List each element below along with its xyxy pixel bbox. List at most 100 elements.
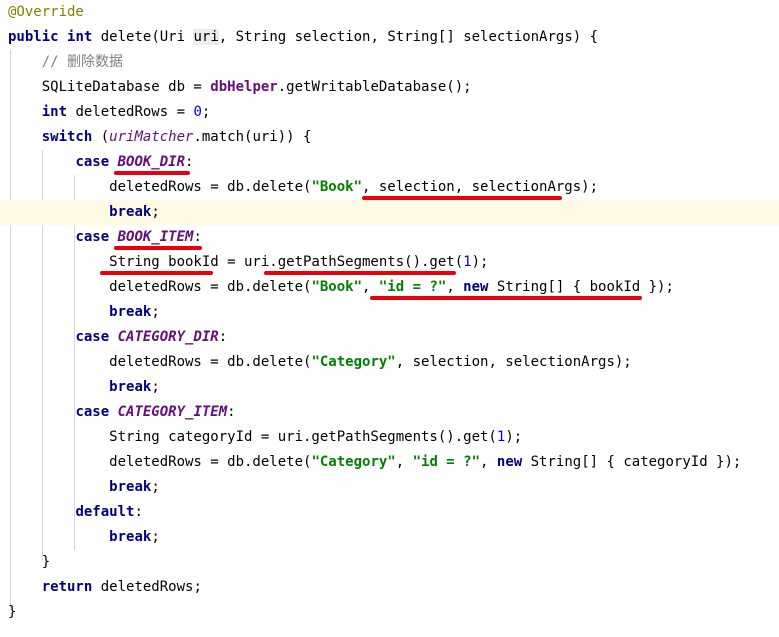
code-token: "Category" [311,454,396,470]
code-token: BOOK_DIR [117,154,186,170]
code-editor[interactable]: @Override public int delete(Uri uri, Stri… [0,0,779,637]
code-line: deletedRows = db.delete("Category", sele… [0,350,779,375]
code-token: ; [151,529,160,545]
red-underline-book-dir [114,171,190,175]
code-token: "Book" [311,279,363,295]
code-token: deletedRows; [92,579,202,595]
code-line: case CATEGORY_DIR: [0,325,779,350]
code-token: ; [151,204,160,220]
code-line: break; [0,375,779,400]
code-token: break [109,479,152,495]
code-token: new [496,454,523,470]
code-token: : [193,229,202,245]
code-line: break; [0,525,779,550]
code-token: int [41,104,68,120]
code-token: , selection, selectionArgs); [362,179,599,195]
code-token: deletedRows = db.delete( [8,179,312,195]
code-token: .getWritableDatabase(); [277,79,472,95]
code-line: @Override [0,0,779,25]
code-line: String categoryId = uri.getPathSegments(… [0,425,779,450]
code-token: ; [151,379,160,395]
code-line: // 删除数据 [0,50,779,75]
code-token: "id = ?" [378,279,447,295]
code-token: return [41,579,93,595]
red-underline-get-path-segments [264,271,456,275]
code-token: deletedRows = db.delete( [8,279,312,295]
code-line: SQLiteDatabase db = dbHelper.getWritable… [0,75,779,100]
code-line: break; [0,475,779,500]
code-token: break [109,529,152,545]
code-token: case [75,404,110,420]
code-line: break; [0,300,779,325]
code-token: ; [201,104,211,120]
code-token: , [362,279,379,295]
red-underline-book-item [114,246,202,250]
code-token: @Override [8,4,84,20]
code-line: } [0,550,779,575]
code-token: CATEGORY_DIR [117,329,219,345]
code-token: : [218,329,228,345]
code-line: public int delete(Uri uri, String select… [0,25,779,50]
code-token: } [8,604,17,620]
code-token: , String selection, String[] selectionAr… [218,29,599,45]
code-token: String bookId = uri.getPathSegments().ge… [8,254,464,270]
code-token: // 删除数据 [41,54,124,70]
code-token: public [8,29,59,45]
code-token: "id = ?" [412,454,481,470]
code-token: deletedRows = db.delete( [8,354,312,370]
code-token: String[] { categoryId }); [522,454,742,470]
code-token: case [75,229,110,245]
code-token: String[] { bookId }); [488,279,674,295]
code-token: uri [193,29,219,45]
code-token: ( [92,129,110,145]
code-token: break [109,304,152,320]
code-token: switch [41,129,93,145]
code-token: deletedRows = db.delete( [8,454,312,470]
code-line: case CATEGORY_ITEM: [0,400,779,425]
code-token: 1 [463,254,472,270]
code-token: case [75,154,110,170]
code-token: "Book" [311,179,363,195]
code-token: ); [471,254,489,270]
red-underline-id-args [370,296,642,300]
code-token: CATEGORY_ITEM [117,404,228,420]
code-token: break [109,379,152,395]
code-token: SQLiteDatabase db = [8,79,211,95]
code-token: ; [151,479,160,495]
code-line: switch (uriMatcher.match(uri)) { [0,125,779,150]
code-token: uriMatcher [109,129,194,145]
code-token: } [8,554,51,570]
code-token: , [480,454,497,470]
code-line: break; [0,200,779,225]
red-underline-selection-args [362,196,562,200]
code-line: default: [0,500,779,525]
code-token: int [67,29,93,45]
red-underline-book-id [100,271,213,275]
code-token: : [227,404,236,420]
code-token: deletedRows = [67,104,194,120]
code-token: : [134,504,143,520]
code-token: 0 [193,104,202,120]
code-line: return deletedRows; [0,575,779,600]
code-token: break [109,204,152,220]
code-token: : [185,154,194,170]
code-token: , selection, selectionArgs); [395,354,632,370]
code-line: deletedRows = db.delete("Category", "id … [0,450,779,475]
code-token: String categoryId = uri.getPathSegments(… [8,429,497,445]
